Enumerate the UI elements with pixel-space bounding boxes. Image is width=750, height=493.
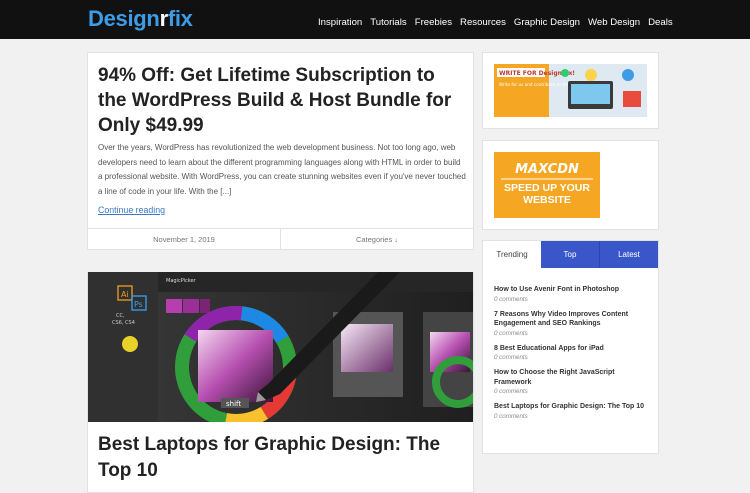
write-for-us-banner: WRITE FOR Design fix! Write for us and c… (494, 64, 647, 117)
nav-item-inspiration[interactable]: Inspiration (318, 17, 362, 28)
posts-tabs-widget: Trending Top Latest How to Use Avenir Fo… (482, 240, 659, 454)
list-item: 7 Reasons Why Video Improves Content Eng… (494, 310, 652, 338)
nav-item-freebies[interactable]: Freebies (415, 17, 452, 28)
site-logo[interactable]: Designrfix (88, 6, 193, 32)
trending-post-link[interactable]: How to Use Avenir Font in Photoshop (494, 285, 652, 295)
post-title[interactable]: Best Laptops for Graphic Design: The Top… (98, 432, 468, 484)
maxcdn-logo: MAXCDN (515, 162, 579, 177)
comment-count[interactable]: 0 comments (494, 412, 652, 421)
logo-text-design: Design (88, 6, 160, 31)
post-card: Ai Ps CC, CS6, CS4 MagicPicker shift Bes… (87, 272, 474, 493)
continue-reading-link[interactable]: Continue reading (98, 205, 165, 215)
post-featured-image[interactable]: Ai Ps CC, CS6, CS4 MagicPicker shift (88, 272, 473, 422)
categories-toggle[interactable]: Categories ↓ (281, 229, 473, 250)
photoshop-color-picker-image: Ai Ps CC, CS6, CS4 MagicPicker shift (88, 272, 473, 422)
trending-post-link[interactable]: Best Laptops for Graphic Design: The Top… (494, 402, 652, 412)
svg-text:CS6, CS4: CS6, CS4 (112, 320, 135, 326)
ai-icon-label: Ai (121, 290, 129, 299)
maxcdn-banner: MAXCDN SPEED UP YOUR WEBSITE (494, 152, 600, 218)
logo-text-fix: fix (167, 6, 193, 31)
comment-count[interactable]: 0 comments (494, 387, 652, 396)
tab-top[interactable]: Top (541, 241, 599, 268)
comment-count[interactable]: 0 comments (494, 295, 652, 304)
post-date: November 1, 2019 (88, 229, 281, 250)
nav-item-deals[interactable]: Deals (648, 17, 673, 28)
nav-item-web-design[interactable]: Web Design (588, 17, 640, 28)
comment-count[interactable]: 0 comments (494, 329, 652, 338)
trending-post-link[interactable]: How to Choose the Right JavaScript Frame… (494, 368, 652, 387)
post-title[interactable]: 94% Off: Get Lifetime Subscription to th… (98, 63, 468, 138)
post-excerpt: Over the years, WordPress has revolution… (98, 143, 466, 196)
write-for-us-ad[interactable]: WRITE FOR Design fix! Write for us and c… (482, 52, 659, 129)
trending-list: How to Use Avenir Font in Photoshop 0 co… (494, 285, 652, 427)
comment-count[interactable]: 0 comments (494, 353, 652, 362)
main-nav: Inspiration Tutorials Freebies Resources… (318, 17, 681, 28)
nav-item-tutorials[interactable]: Tutorials (370, 17, 406, 28)
magicpicker-label: MagicPicker (166, 278, 197, 284)
logo-text-r: r (159, 6, 169, 31)
svg-text:shift: shift (226, 400, 241, 408)
nav-item-graphic-design[interactable]: Graphic Design (514, 17, 580, 28)
post-meta: November 1, 2019 Categories ↓ (88, 228, 473, 250)
ps-icon-label: Ps (134, 300, 143, 309)
trending-post-link[interactable]: 7 Reasons Why Video Improves Content Eng… (494, 310, 652, 329)
tab-trending[interactable]: Trending (483, 241, 541, 268)
trending-post-link[interactable]: 8 Best Educational Apps for iPad (494, 344, 652, 354)
list-item: 8 Best Educational Apps for iPad 0 comme… (494, 344, 652, 363)
site-header: Designrfix Inspiration Tutorials Freebie… (0, 0, 750, 39)
svg-text:CC,: CC, (116, 313, 125, 319)
tab-latest[interactable]: Latest (599, 241, 658, 268)
list-item: How to Use Avenir Font in Photoshop 0 co… (494, 285, 652, 304)
maxcdn-ad[interactable]: MAXCDN SPEED UP YOUR WEBSITE (482, 140, 659, 230)
nav-item-resources[interactable]: Resources (460, 17, 506, 28)
tab-bar: Trending Top Latest (483, 241, 658, 268)
maxcdn-cta: SPEED UP YOUR WEBSITE (504, 182, 590, 206)
list-item: Best Laptops for Graphic Design: The Top… (494, 402, 652, 421)
post-card: 94% Off: Get Lifetime Subscription to th… (87, 52, 474, 250)
list-item: How to Choose the Right JavaScript Frame… (494, 368, 652, 396)
